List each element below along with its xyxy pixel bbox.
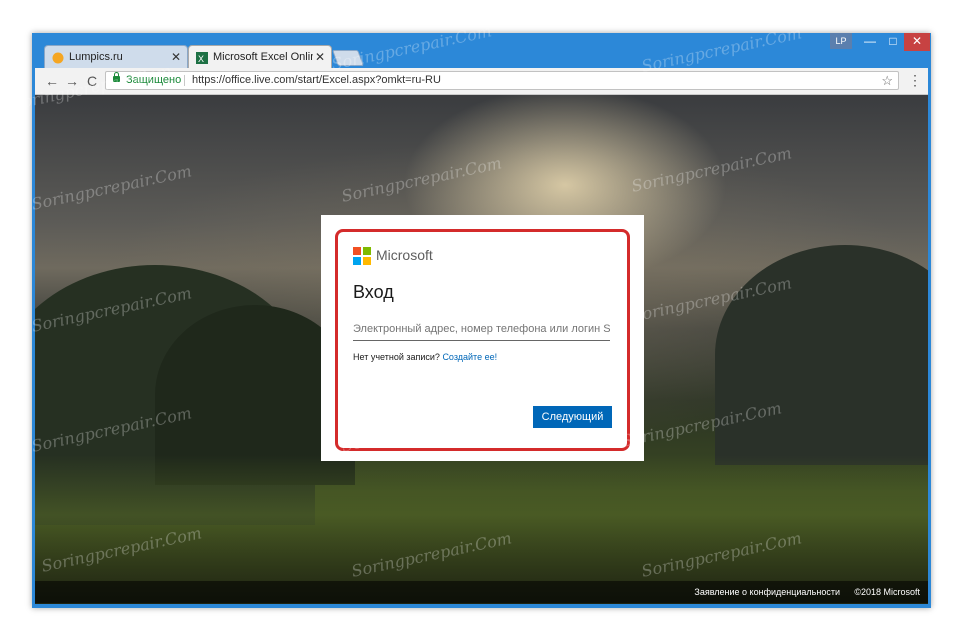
login-email-input[interactable]: [353, 318, 610, 341]
close-tab-icon[interactable]: ✕: [171, 50, 181, 64]
minimize-button[interactable]: —: [858, 33, 882, 51]
address-bar[interactable]: Защищено https://office.live.com/start/E…: [105, 71, 899, 90]
reload-button[interactable]: C: [83, 72, 101, 90]
tab-excel-online[interactable]: X Microsoft Excel Online – ✕: [188, 45, 332, 69]
browser-menu-icon[interactable]: ⋮: [908, 72, 922, 89]
forward-button[interactable]: →: [63, 72, 81, 90]
title-bar: Lumpics.ru ✕ X Microsoft Excel Online – …: [32, 33, 931, 69]
login-title: Вход: [353, 282, 394, 302]
browser-toolbar: ← → C Защищено https://office.live.com/s…: [35, 68, 928, 95]
create-account-link[interactable]: Создайте ее!: [442, 352, 497, 362]
browser-window: Lumpics.ru ✕ X Microsoft Excel Online – …: [32, 33, 931, 608]
login-card: Microsoft Вход Нет учетной записи? Созда…: [321, 215, 644, 461]
user-profile-badge[interactable]: LP: [830, 33, 852, 49]
new-tab-button[interactable]: [332, 50, 364, 66]
lock-icon: [113, 72, 120, 82]
no-account-text: Нет учетной записи? Создайте ее!: [353, 352, 497, 362]
close-tab-icon[interactable]: ✕: [315, 50, 325, 64]
next-button[interactable]: Следующий: [533, 406, 612, 428]
privacy-link[interactable]: Заявление о конфиденциальности: [694, 587, 840, 597]
tab-label: Microsoft Excel Online –: [213, 51, 313, 63]
excel-green-icon: X: [196, 52, 208, 64]
url-text[interactable]: https://office.live.com/start/Excel.aspx…: [192, 72, 441, 89]
brand-name: Microsoft: [376, 247, 433, 263]
background-mountain: [715, 245, 928, 465]
tab-label: Lumpics.ru: [69, 51, 123, 63]
tab-lumpics[interactable]: Lumpics.ru ✕: [44, 45, 188, 69]
microsoft-logo-icon: [353, 247, 371, 265]
page-background: Microsoft Вход Нет учетной записи? Созда…: [35, 95, 928, 604]
close-window-button[interactable]: ✕: [904, 33, 930, 51]
secure-label: Защищено: [126, 74, 182, 86]
copyright-text: ©2018 Microsoft: [854, 587, 920, 597]
bookmark-star-icon[interactable]: ☆: [881, 72, 893, 89]
svg-text:X: X: [198, 54, 204, 64]
maximize-button[interactable]: □: [882, 33, 904, 51]
page-footer: Заявление о конфиденциальности ©2018 Mic…: [35, 581, 928, 603]
lumpics-orange-icon: [52, 52, 64, 64]
back-button[interactable]: ←: [43, 72, 61, 90]
no-account-label: Нет учетной записи?: [353, 352, 440, 362]
address-separator: [184, 75, 185, 86]
